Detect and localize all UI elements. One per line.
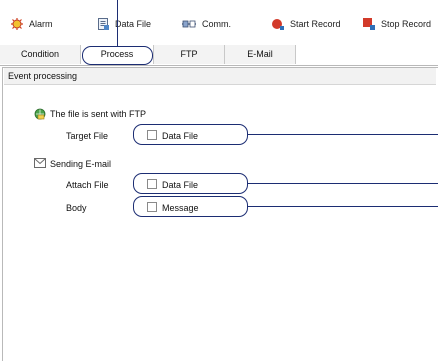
stop-record-icon [362, 17, 376, 31]
tab-condition[interactable]: Condition [0, 45, 81, 64]
tab-email[interactable]: E-Mail [225, 45, 296, 64]
comm-icon [181, 17, 197, 31]
comm-label: Comm. [202, 19, 231, 29]
stop-record-label: Stop Record [381, 19, 432, 29]
ftp-heading: The file is sent with FTP [50, 109, 147, 119]
toolbar: Alarm Data File Comm. Start Record Stop … [0, 13, 438, 35]
start-record-label: Start Record [290, 19, 341, 29]
target-file-callout-leader [248, 134, 438, 135]
comm-button[interactable]: Comm. [181, 13, 231, 35]
section-header: Event processing [4, 68, 436, 85]
process-tab-callout [82, 46, 153, 65]
target-file-callout [133, 124, 248, 145]
alarm-label: Alarm [29, 19, 53, 29]
stop-record-button[interactable]: Stop Record [362, 13, 431, 35]
alarm-icon [10, 17, 24, 31]
start-record-button[interactable]: Start Record [271, 13, 341, 35]
data-file-button[interactable]: Data File [97, 13, 151, 35]
target-file-label: Target File [66, 131, 109, 141]
process-callout-leader [117, 0, 118, 46]
tab-bar: Condition Process FTP E-Mail [0, 45, 438, 66]
attach-file-label: Attach File [66, 180, 109, 190]
ftp-icon [34, 108, 46, 120]
alarm-button[interactable]: Alarm [10, 13, 53, 35]
data-file-label: Data File [115, 19, 152, 29]
start-record-icon [271, 17, 285, 31]
attach-file-callout [133, 173, 248, 194]
email-heading: Sending E-mail [50, 159, 112, 169]
body-label: Body [66, 203, 87, 213]
attach-file-callout-leader [248, 183, 438, 184]
tab-ftp[interactable]: FTP [154, 45, 225, 64]
body-callout-leader [248, 206, 438, 207]
data-file-icon [97, 17, 110, 31]
body-callout [133, 196, 248, 217]
email-icon [34, 158, 46, 168]
